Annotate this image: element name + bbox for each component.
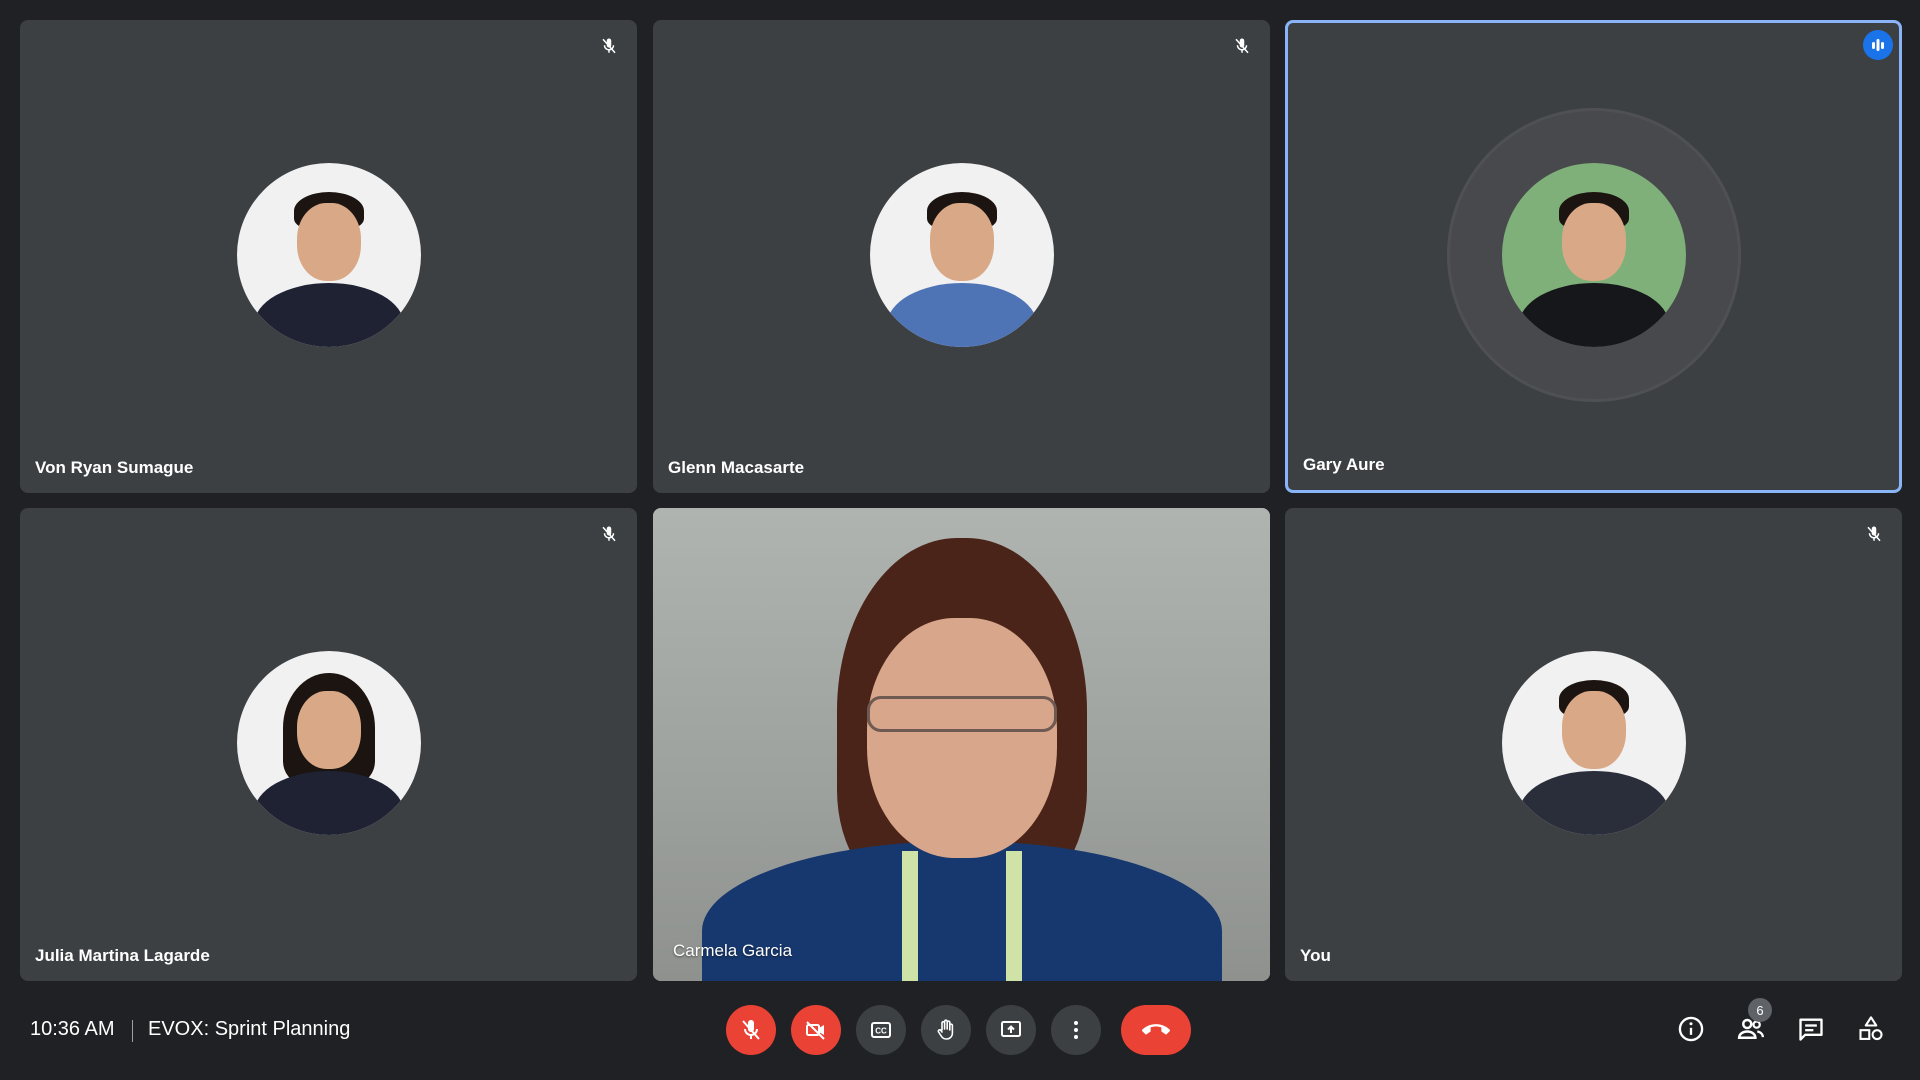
microphone-off-icon	[1860, 520, 1888, 548]
participant-name: Carmela Garcia	[673, 941, 793, 960]
meeting-toolbar: 10:36 AM EVOX: Sprint Planning CC 6	[0, 980, 1920, 1080]
microphone-off-icon	[742, 1020, 760, 1040]
end-call-icon	[1142, 1024, 1170, 1035]
avatar	[1501, 651, 1686, 835]
participant-tile[interactable]: Von Ryan Sumague	[20, 20, 637, 493]
more-options-button[interactable]	[1051, 1005, 1101, 1055]
meeting-title: EVOX: Sprint Planning	[148, 1018, 351, 1040]
activities-icon	[1859, 1016, 1883, 1041]
chat-icon	[1799, 1018, 1823, 1041]
self-tile[interactable]: You	[1285, 508, 1902, 981]
microphone-toggle-button[interactable]	[726, 1005, 776, 1055]
divider	[132, 1020, 133, 1042]
more-options-icon	[1074, 1021, 1078, 1039]
side-panel-controls: 6	[1672, 998, 1890, 1048]
participant-tile-active-speaker[interactable]: Gary Aure	[1285, 20, 1902, 493]
captions-button[interactable]: CC	[856, 1005, 906, 1055]
participant-name: Von Ryan Sumague	[35, 458, 194, 477]
participant-tile[interactable]: Glenn Macasarte	[653, 20, 1270, 493]
chat-button[interactable]	[1792, 1010, 1830, 1048]
present-screen-icon	[1001, 1021, 1021, 1037]
participant-name: Gary Aure	[1303, 455, 1385, 474]
svg-text:CC: CC	[875, 1027, 887, 1036]
meeting-details-button[interactable]	[1672, 1010, 1710, 1048]
participant-name: Julia Martina Lagarde	[35, 946, 210, 965]
avatar	[236, 163, 421, 347]
call-controls: CC	[726, 1005, 1191, 1055]
camera-off-icon	[806, 1021, 825, 1040]
participant-name: You	[1300, 946, 1331, 965]
closed-captions-icon: CC	[871, 1022, 891, 1038]
raise-hand-button[interactable]	[921, 1005, 971, 1055]
people-button[interactable]: 6	[1732, 998, 1772, 1048]
meeting-clock: 10:36 AM	[30, 1018, 115, 1040]
camera-toggle-button[interactable]	[791, 1005, 841, 1055]
microphone-off-icon	[1228, 32, 1256, 60]
camera-feed	[653, 508, 1270, 981]
avatar	[869, 163, 1054, 347]
speaking-indicator-icon	[1863, 30, 1893, 60]
participant-video-tile[interactable]: Carmela Garcia	[653, 508, 1270, 981]
present-screen-button[interactable]	[986, 1005, 1036, 1055]
avatar	[1501, 163, 1686, 347]
participant-tile[interactable]: Julia Martina Lagarde	[20, 508, 637, 981]
leave-call-button[interactable]	[1121, 1005, 1191, 1055]
activities-button[interactable]	[1852, 1010, 1890, 1048]
raise-hand-icon	[937, 1019, 954, 1040]
avatar	[236, 651, 421, 835]
info-icon	[1678, 1016, 1704, 1042]
microphone-off-icon	[595, 32, 623, 60]
microphone-off-icon	[595, 520, 623, 548]
participant-name: Glenn Macasarte	[668, 458, 805, 477]
participant-count-badge: 6	[1748, 998, 1772, 1022]
